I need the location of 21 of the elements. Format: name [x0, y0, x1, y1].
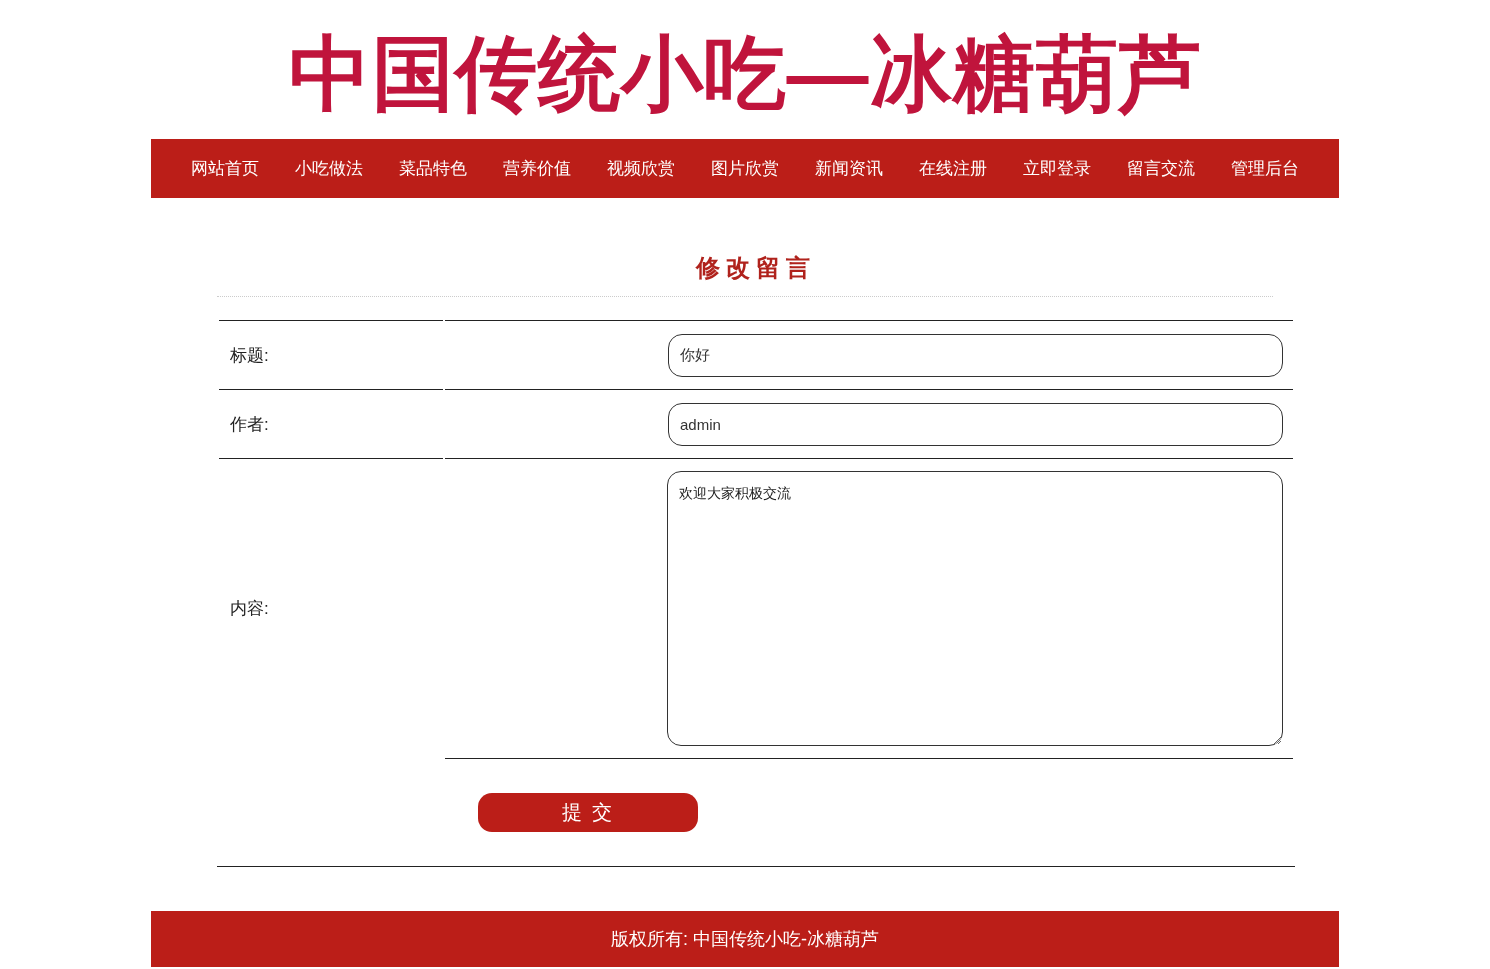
nav-link[interactable]: 营养价值 [485, 139, 589, 198]
textarea-field[interactable]: 欢迎大家积极交流 [667, 471, 1283, 746]
input-field[interactable]: 你好 [668, 333, 1283, 377]
page-title: 修改留言 [694, 254, 817, 283]
nav-link[interactable]: 图片欣赏 [693, 139, 797, 198]
nav-link[interactable]: 管理后台 [1213, 139, 1317, 198]
nav-link[interactable]: 在线注册 [901, 139, 1005, 198]
input-field[interactable]: admin [668, 402, 1283, 446]
nav-link[interactable]: 新闻资讯 [797, 139, 901, 198]
field-label: 标题: [230, 345, 269, 365]
nav-link[interactable]: 视频欣赏 [589, 139, 693, 198]
field-label: 内容: [230, 599, 269, 618]
nav-link[interactable]: 立即登录 [1005, 139, 1109, 198]
copyright-text: 版权所有: 中国传统小吃-冰糖葫芦 [611, 928, 879, 951]
nav-link[interactable]: 菜品特色 [381, 139, 485, 198]
nav-link[interactable]: 留言交流 [1109, 139, 1213, 198]
nav-link[interactable]: 网站首页 [173, 139, 277, 198]
site-logo: 中国传统小吃—冰糖葫芦 [288, 26, 1202, 115]
submit-button[interactable]: 提 交 [478, 793, 698, 832]
field-label: 作者: [230, 414, 269, 434]
nav-link[interactable]: 小吃做法 [277, 139, 381, 198]
